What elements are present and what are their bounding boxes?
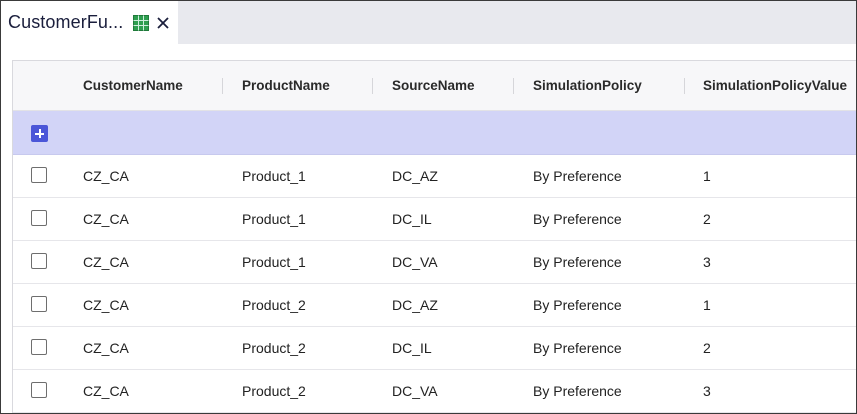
column-header-product-name[interactable]: ProductName	[242, 61, 330, 111]
cell-source-name: DC_IL	[392, 340, 432, 356]
column-header-simulation-policy-value[interactable]: SimulationPolicyValue	[703, 61, 847, 111]
cell-source-name: DC_VA	[392, 254, 438, 270]
cell-simulation-policy: By Preference	[533, 340, 622, 356]
cell-source-name: DC_IL	[392, 211, 432, 227]
data-table: CustomerName ProductName SourceName Simu…	[12, 60, 856, 413]
cell-simulation-policy: By Preference	[533, 383, 622, 399]
cell-source-name: DC_VA	[392, 383, 438, 399]
column-header-source-name[interactable]: SourceName	[392, 61, 475, 111]
column-divider[interactable]	[684, 78, 685, 94]
app-window: CustomerFu... CustomerName ProductName S…	[0, 0, 857, 414]
cell-source-name: DC_AZ	[392, 168, 438, 184]
tab-title: CustomerFu...	[8, 12, 124, 32]
cell-product-name: Product_1	[242, 254, 306, 270]
cell-customer-name: CZ_CA	[83, 340, 129, 356]
cell-product-name: Product_1	[242, 168, 306, 184]
table-row[interactable]: CZ_CA Product_2 DC_IL By Preference 2	[13, 327, 856, 370]
table-row[interactable]: CZ_CA Product_1 DC_AZ By Preference 1	[13, 155, 856, 198]
column-divider[interactable]	[372, 78, 373, 94]
cell-customer-name: CZ_CA	[83, 211, 129, 227]
table-body: CZ_CA Product_1 DC_AZ By Preference 1 CZ…	[13, 155, 856, 413]
table-row[interactable]: CZ_CA Product_1 DC_IL By Preference 2	[13, 198, 856, 241]
cell-simulation-policy: By Preference	[533, 168, 622, 184]
cell-product-name: Product_1	[242, 211, 306, 227]
row-checkbox[interactable]	[31, 339, 47, 355]
add-row-bar	[13, 111, 856, 155]
cell-customer-name: CZ_CA	[83, 168, 129, 184]
cell-product-name: Product_2	[242, 383, 306, 399]
cell-simulation-policy-value: 1	[703, 168, 711, 184]
column-divider[interactable]	[513, 78, 514, 94]
cell-product-name: Product_2	[242, 297, 306, 313]
row-checkbox[interactable]	[31, 253, 47, 269]
column-divider[interactable]	[222, 78, 223, 94]
cell-simulation-policy-value: 2	[703, 340, 711, 356]
row-checkbox[interactable]	[31, 210, 47, 226]
cell-source-name: DC_AZ	[392, 297, 438, 313]
table-header: CustomerName ProductName SourceName Simu…	[13, 61, 856, 111]
cell-customer-name: CZ_CA	[83, 297, 129, 313]
tab-strip: CustomerFu...	[1, 1, 856, 44]
add-row-button[interactable]	[31, 125, 48, 142]
row-checkbox[interactable]	[31, 167, 47, 183]
cell-customer-name: CZ_CA	[83, 254, 129, 270]
cell-customer-name: CZ_CA	[83, 383, 129, 399]
cell-simulation-policy: By Preference	[533, 211, 622, 227]
cell-simulation-policy-value: 3	[703, 383, 711, 399]
cell-product-name: Product_2	[242, 340, 306, 356]
table-row[interactable]: CZ_CA Product_2 DC_AZ By Preference 1	[13, 284, 856, 327]
table-row[interactable]: CZ_CA Product_1 DC_VA By Preference 3	[13, 241, 856, 284]
column-header-simulation-policy[interactable]: SimulationPolicy	[533, 61, 642, 111]
cell-simulation-policy-value: 1	[703, 297, 711, 313]
grid-icon	[133, 14, 150, 31]
row-checkbox[interactable]	[31, 296, 47, 312]
cell-simulation-policy-value: 3	[703, 254, 711, 270]
cell-simulation-policy-value: 2	[703, 211, 711, 227]
close-icon[interactable]	[156, 16, 170, 30]
cell-simulation-policy: By Preference	[533, 254, 622, 270]
tab-customer-fulfillment[interactable]: CustomerFu...	[1, 1, 178, 44]
row-checkbox[interactable]	[31, 382, 47, 398]
cell-simulation-policy: By Preference	[533, 297, 622, 313]
column-header-customer-name[interactable]: CustomerName	[83, 61, 183, 111]
table-row[interactable]: CZ_CA Product_2 DC_VA By Preference 3	[13, 370, 856, 413]
